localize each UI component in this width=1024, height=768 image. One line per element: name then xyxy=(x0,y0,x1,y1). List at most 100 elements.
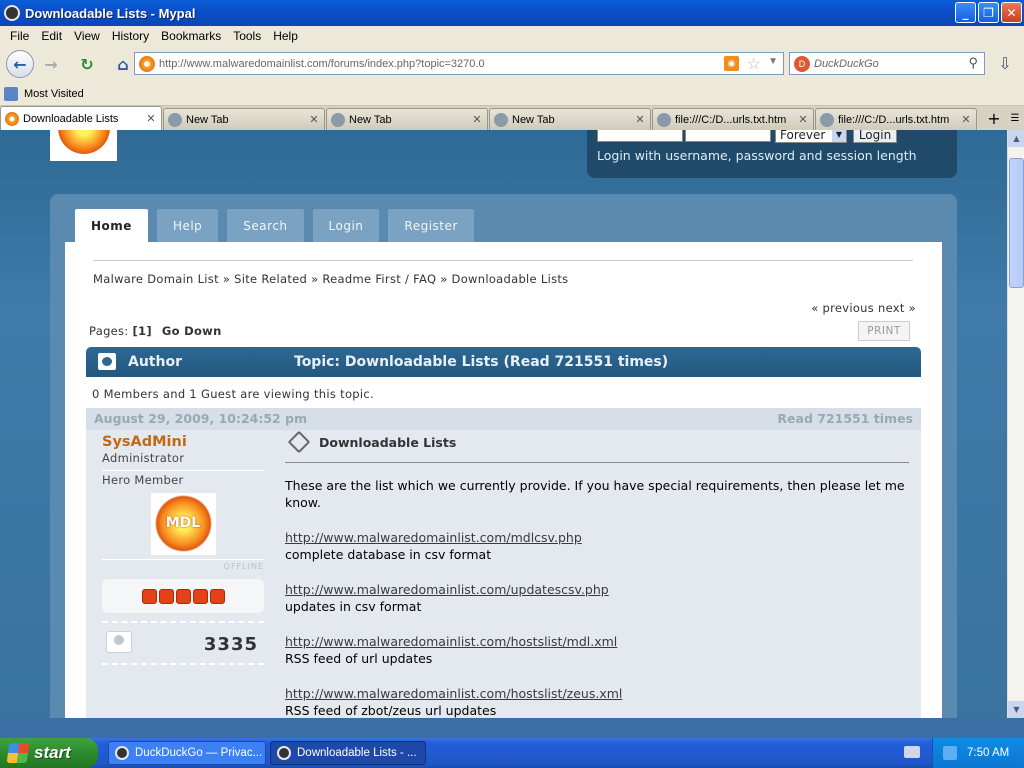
duckduckgo-icon[interactable]: D xyxy=(794,55,810,72)
maximize-button[interactable]: ❐ xyxy=(978,2,999,23)
rank-star-icon xyxy=(141,588,157,604)
mypal-icon xyxy=(277,746,291,760)
go-down-link[interactable]: Go Down xyxy=(162,324,222,338)
post-count-box: 3335 xyxy=(102,621,264,665)
forward-button[interactable]: → xyxy=(38,51,64,77)
search-placeholder[interactable]: DuckDuckGo xyxy=(814,58,879,70)
tab-favicon xyxy=(494,112,508,127)
download-link[interactable]: http://www.malwaredomainlist.com/mdlcsv.… xyxy=(285,530,582,545)
scroll-up-icon[interactable]: ▲ xyxy=(1008,130,1024,147)
poster-group: Hero Member xyxy=(102,470,264,487)
breadcrumb[interactable]: Malware Domain List » Site Related » Rea… xyxy=(93,260,913,286)
tab-close-icon[interactable]: ✕ xyxy=(145,112,157,125)
tab-close-icon[interactable]: ✕ xyxy=(634,113,646,126)
login-hint: Login with username, password and sessio… xyxy=(597,148,917,163)
search-bar[interactable]: D DuckDuckGo ⚲ xyxy=(789,52,985,75)
tab-label: New Tab xyxy=(186,113,229,126)
minimize-button[interactable]: _ xyxy=(955,2,976,23)
menu-tools[interactable]: Tools xyxy=(227,29,267,43)
menu-edit[interactable]: Edit xyxy=(35,29,68,43)
user-posts-icon xyxy=(106,631,132,653)
menu-view[interactable]: View xyxy=(68,29,106,43)
nav-register[interactable]: Register xyxy=(388,209,474,243)
menu-bookmarks[interactable]: Bookmarks xyxy=(155,29,227,43)
download-link[interactable]: http://www.malwaredomainlist.com/hostsli… xyxy=(285,686,622,701)
list-item: http://www.malwaredomainlist.com/updates… xyxy=(285,581,909,615)
taskbar-item-label: DuckDuckGo — Privac... xyxy=(135,747,263,759)
previous-next-links[interactable]: « previous next » xyxy=(811,301,916,315)
bookmark-star-icon[interactable]: ☆ xyxy=(747,54,761,74)
url-dropdown-icon[interactable]: ▼ xyxy=(768,56,778,67)
tab-new-tab[interactable]: New Tab ✕ xyxy=(489,108,651,130)
menu-bar: File Edit View History Bookmarks Tools H… xyxy=(0,26,1024,46)
tab-downloadable-lists[interactable]: Downloadable Lists ✕ xyxy=(0,106,162,130)
post-subject-text[interactable]: Downloadable Lists xyxy=(319,435,456,450)
scroll-thumb[interactable] xyxy=(1009,158,1024,288)
rank-star-icon xyxy=(158,588,174,604)
taskbar-item-downloadable-lists[interactable]: Downloadable Lists - ... xyxy=(270,741,426,765)
tab-new-tab[interactable]: New Tab ✕ xyxy=(326,108,488,130)
poster-name[interactable]: SysAdMini xyxy=(102,434,264,450)
tab-new-tab[interactable]: New Tab ✕ xyxy=(163,108,325,130)
login-button[interactable]: Login xyxy=(853,130,897,143)
taskbar-item-duckduckgo[interactable]: DuckDuckGo — Privac... xyxy=(108,741,266,765)
keyboard-icon[interactable] xyxy=(904,746,920,758)
windows-taskbar: start DuckDuckGo — Privac... Downloadabl… xyxy=(0,738,1024,768)
post-body: These are the list which we currently pr… xyxy=(285,477,909,718)
password-field[interactable] xyxy=(685,130,771,142)
tab-close-icon[interactable]: ✕ xyxy=(797,113,809,126)
list-item: http://www.malwaredomainlist.com/hostsli… xyxy=(285,685,909,718)
most-visited-bookmark[interactable]: Most Visited xyxy=(24,88,84,100)
author-heading: Author xyxy=(128,354,182,370)
print-button[interactable]: PRINT xyxy=(858,321,910,341)
reload-button[interactable]: ↻ xyxy=(74,51,100,77)
start-button[interactable]: start xyxy=(0,738,98,768)
url-bar[interactable]: http://www.malwaredomainlist.com/forums/… xyxy=(134,52,784,75)
tab-favicon xyxy=(331,112,345,127)
bookmarks-bar: Most Visited xyxy=(0,82,1024,106)
avatar: MDL xyxy=(150,493,216,555)
rss-icon[interactable]: ◉ xyxy=(724,56,739,71)
session-length-select[interactable]: Forever ▼ xyxy=(775,130,847,143)
home-button[interactable]: ⌂ xyxy=(110,51,136,77)
tab-file-urls[interactable]: file:///C:/D...urls.txt.htm ✕ xyxy=(815,108,977,130)
scroll-down-icon[interactable]: ▼ xyxy=(1008,701,1024,718)
rank-star-icon xyxy=(175,588,191,604)
rank-star-icon xyxy=(209,588,225,604)
back-button[interactable]: ← xyxy=(6,50,34,78)
url-text[interactable]: http://www.malwaredomainlist.com/forums/… xyxy=(159,58,485,70)
nav-login[interactable]: Login xyxy=(312,209,380,243)
download-link[interactable]: http://www.malwaredomainlist.com/hostsli… xyxy=(285,634,617,649)
site-logo[interactable] xyxy=(50,130,117,161)
tab-close-icon[interactable]: ✕ xyxy=(960,113,972,126)
clock[interactable]: 7:50 AM xyxy=(967,747,1009,759)
close-button[interactable]: ✕ xyxy=(1001,2,1022,23)
download-icon[interactable]: ⇩ xyxy=(992,52,1018,76)
chevron-down-icon[interactable]: ▼ xyxy=(832,130,846,142)
download-link[interactable]: http://www.malwaredomainlist.com/updates… xyxy=(285,582,609,597)
menu-file[interactable]: File xyxy=(4,29,35,43)
tab-file-urls[interactable]: file:///C:/D...urls.txt.htm ✕ xyxy=(652,108,814,130)
post-date: August 29, 2009, 10:24:52 pm xyxy=(94,411,308,426)
new-tab-button[interactable]: + xyxy=(982,108,1006,130)
username-field[interactable] xyxy=(597,130,683,142)
nav-search[interactable]: Search xyxy=(227,209,304,243)
page-scrollbar[interactable]: ▲ ▼ xyxy=(1007,130,1024,718)
search-icon[interactable]: ⚲ xyxy=(968,55,978,71)
poster-info: SysAdMini Administrator Hero Member MDL … xyxy=(102,434,264,665)
tab-close-icon[interactable]: ✕ xyxy=(308,113,320,126)
bookmark-folder-icon xyxy=(4,86,18,101)
tab-close-icon[interactable]: ✕ xyxy=(471,113,483,126)
navigation-toolbar: ← → ↻ ⌂ http://www.malwaredomainlist.com… xyxy=(0,46,1024,82)
session-length-value: Forever xyxy=(780,130,826,142)
post-header: August 29, 2009, 10:24:52 pm Read 721551… xyxy=(86,408,921,430)
nav-help[interactable]: Help xyxy=(156,209,219,243)
post-subject: Downloadable Lists xyxy=(285,430,909,463)
tab-label: New Tab xyxy=(512,113,555,126)
menu-help[interactable]: Help xyxy=(267,29,304,43)
tab-list-button[interactable]: ☰ xyxy=(1006,108,1024,130)
start-label: start xyxy=(34,743,71,762)
nav-home[interactable]: Home xyxy=(75,209,148,243)
network-icon[interactable] xyxy=(943,746,957,760)
menu-history[interactable]: History xyxy=(106,29,155,43)
